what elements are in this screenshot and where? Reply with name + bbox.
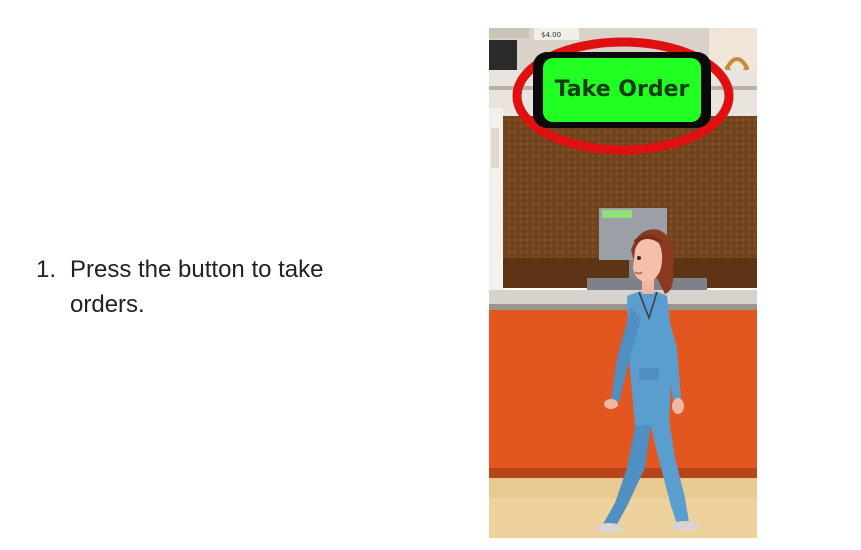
instruction-line-2: orders. xyxy=(70,291,145,318)
instruction-line-1: Press the button to take xyxy=(70,256,324,283)
counter-front xyxy=(489,310,757,475)
tutorial-page: 1. Press the button to take orders. $4.00 xyxy=(0,0,861,550)
character-front-hand xyxy=(672,398,684,414)
game-screenshot: $4.00 Take Order xyxy=(489,28,757,538)
counter-top xyxy=(489,290,757,306)
register-display xyxy=(602,210,632,218)
character-eye xyxy=(637,256,641,260)
game-scene: $4.00 Take Order xyxy=(489,28,757,538)
step-number: 1. xyxy=(36,256,57,283)
menu-price-text: $4.00 xyxy=(541,31,561,39)
take-order-button-label[interactable]: Take Order xyxy=(555,77,690,102)
character-back-hand xyxy=(604,399,618,409)
instruction-text: 1. Press the button to take orders. xyxy=(36,252,436,322)
character-pocket xyxy=(639,368,659,380)
menu-board-panel xyxy=(489,28,529,38)
character-front-shoe xyxy=(671,521,699,531)
instruction-step-1: 1. Press the button to take xyxy=(36,252,436,287)
take-order-button[interactable]: Take Order xyxy=(533,52,711,128)
counter-edge xyxy=(489,304,757,310)
counter-kick xyxy=(489,468,757,478)
side-panel-sign xyxy=(491,128,499,168)
character-back-shoe xyxy=(595,523,623,533)
